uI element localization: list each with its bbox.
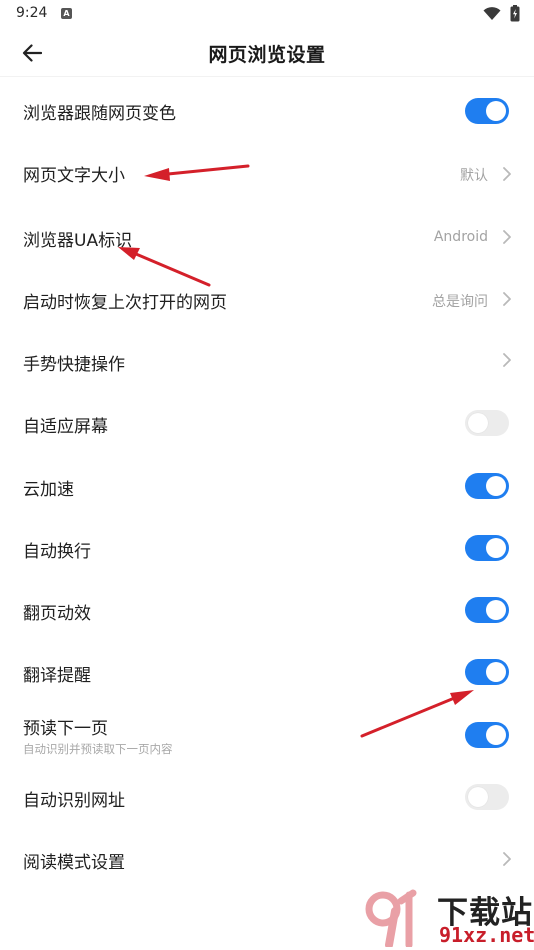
- setting-label: 预读下一页: [23, 719, 108, 739]
- status-time: 9:24: [16, 5, 48, 21]
- toggle-switch[interactable]: [465, 597, 509, 623]
- battery-icon: [510, 5, 520, 22]
- setting-label: 浏览器UA标识: [23, 231, 133, 251]
- setting-ua-identity[interactable]: 浏览器UA标识 Android: [0, 204, 534, 266]
- toggle-knob: [468, 413, 488, 433]
- setting-label: 手势快捷操作: [23, 355, 125, 375]
- toggle-knob: [486, 600, 506, 620]
- toggle-switch[interactable]: [465, 98, 509, 124]
- setting-value: 默认: [460, 168, 488, 184]
- notification-icon: A: [61, 8, 72, 19]
- setting-sublabel: 自动识别并预读取下一页内容: [23, 742, 173, 756]
- chevron-right-icon: [503, 292, 511, 306]
- setting-label: 翻译提醒: [23, 666, 91, 686]
- setting-preload-next-page[interactable]: 预读下一页 自动识别并预读取下一页内容: [0, 700, 534, 768]
- chevron-right-icon: [503, 167, 511, 181]
- toggle-knob: [486, 662, 506, 682]
- setting-translate-reminder[interactable]: 翻译提醒: [0, 638, 534, 700]
- watermark: 下载站 91xz.net: [365, 885, 534, 950]
- setting-page-turn-effect[interactable]: 翻页动效: [0, 576, 534, 638]
- setting-auto-wrap[interactable]: 自动换行: [0, 514, 534, 576]
- setting-label: 阅读模式设置: [23, 853, 125, 873]
- setting-label: 自动识别网址: [23, 791, 125, 811]
- setting-label: 云加速: [23, 480, 74, 500]
- status-bar: 9:24 A: [0, 0, 534, 28]
- setting-gesture-shortcuts[interactable]: 手势快捷操作: [0, 328, 534, 390]
- toggle-switch[interactable]: [465, 659, 509, 685]
- chevron-right-icon: [503, 353, 511, 367]
- toggle-knob: [486, 101, 506, 121]
- watermark-logo-icon: [365, 889, 417, 947]
- app-bar: 网页浏览设置: [0, 28, 534, 78]
- toggle-switch[interactable]: [465, 722, 509, 748]
- setting-value: Android: [433, 229, 488, 245]
- setting-label: 启动时恢复上次打开的网页: [23, 293, 227, 313]
- toggle-switch[interactable]: [465, 535, 509, 561]
- toggle-knob: [486, 538, 506, 558]
- setting-adaptive-screen[interactable]: 自适应屏幕: [0, 390, 534, 452]
- setting-value: 总是询问: [432, 294, 488, 310]
- setting-auto-detect-url[interactable]: 自动识别网址: [0, 766, 534, 828]
- watermark-url: 91xz.net: [439, 923, 534, 947]
- toggle-switch[interactable]: [465, 473, 509, 499]
- chevron-right-icon: [503, 230, 511, 244]
- setting-label: 翻页动效: [23, 604, 91, 624]
- wifi-icon: [483, 7, 501, 20]
- setting-label: 浏览器跟随网页变色: [23, 104, 176, 124]
- toggle-switch[interactable]: [465, 410, 509, 436]
- setting-reading-mode[interactable]: 阅读模式设置: [0, 828, 534, 890]
- setting-label: 网页文字大小: [23, 166, 125, 186]
- setting-label: 自动换行: [23, 542, 91, 562]
- toggle-switch[interactable]: [465, 784, 509, 810]
- toggle-knob: [486, 725, 506, 745]
- toggle-knob: [486, 476, 506, 496]
- setting-label: 自适应屏幕: [23, 417, 108, 437]
- page-title: 网页浏览设置: [208, 44, 326, 66]
- toggle-knob: [468, 787, 488, 807]
- setting-restore-last-pages[interactable]: 启动时恢复上次打开的网页 总是询问: [0, 266, 534, 328]
- chevron-right-icon: [503, 852, 511, 866]
- app-bar-divider: [0, 76, 534, 77]
- setting-font-size[interactable]: 网页文字大小 默认: [0, 142, 534, 204]
- setting-browser-follow-color[interactable]: 浏览器跟随网页变色: [0, 80, 534, 142]
- setting-cloud-acceleration[interactable]: 云加速: [0, 452, 534, 514]
